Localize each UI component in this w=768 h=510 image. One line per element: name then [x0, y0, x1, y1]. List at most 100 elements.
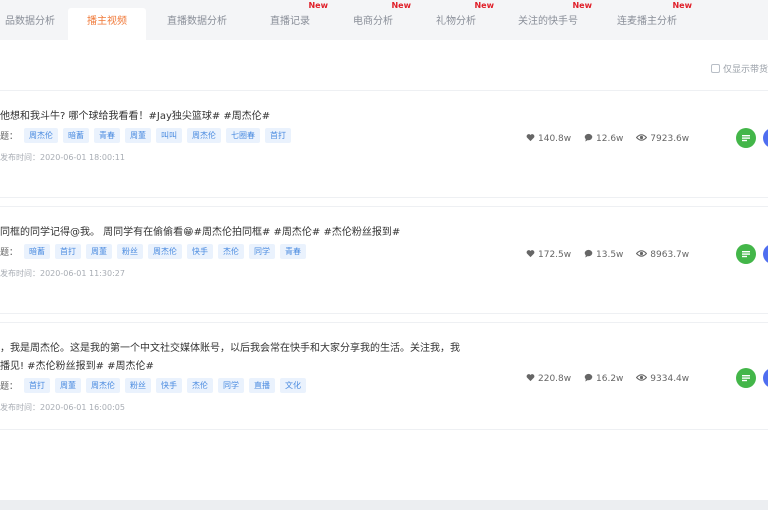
video-title: 他想和我斗牛? 哪个球给我看看！#Jay独尖篮球# #周杰伦#	[0, 111, 271, 122]
comments-stat: 13.5w	[584, 249, 623, 260]
tab-product-data[interactable]: 品数据分析	[0, 8, 60, 40]
topic-tag[interactable]: 首打	[24, 378, 51, 393]
topic-tag[interactable]: 周董	[86, 244, 113, 259]
topic-tag[interactable]: 首打	[55, 244, 82, 259]
likes-stat: 220.8w	[526, 373, 571, 384]
topic-tag[interactable]: 首打	[265, 128, 292, 143]
views-stat: 8963.7w	[636, 249, 689, 260]
topic-tag[interactable]: 同学	[218, 378, 245, 393]
comments-count: 12.6w	[596, 134, 624, 144]
views-count: 7923.6w	[650, 134, 690, 144]
topic-tag[interactable]: 周董	[55, 378, 82, 393]
tab-label: 电商分析	[353, 16, 393, 27]
likes-count: 140.8w	[538, 134, 572, 144]
tab-bar: 品数据分析 播主视频 直播数据分析 直播记录 New 电商分析 New 礼物分析…	[0, 0, 768, 40]
toggle-label: 仅显示带货	[722, 65, 768, 75]
tag-list: 题： 暗蓄 首打 周董 粉丝 周杰伦 快手 杰伦 同学 青春	[0, 244, 311, 259]
tab-followed[interactable]: 关注的快手号 New	[500, 1, 596, 40]
topic-tag[interactable]: 周董	[125, 128, 152, 143]
comment-icon	[584, 133, 593, 142]
tab-videos[interactable]: 播主视频	[68, 8, 146, 40]
eye-icon	[636, 374, 648, 381]
comments-count: 13.5w	[596, 250, 624, 260]
topic-tag[interactable]: 同学	[249, 244, 276, 259]
topic-tag[interactable]: 直播	[249, 378, 276, 393]
views-count: 9334.4w	[650, 374, 690, 384]
new-badge: New	[308, 1, 328, 10]
views-stat: 7923.6w	[636, 133, 689, 144]
topic-tag[interactable]: 杰伦	[187, 378, 214, 393]
video-card[interactable]: 他想和我斗牛? 哪个球给我看看！#Jay独尖篮球# #周杰伦# 题： 周杰伦 暗…	[0, 90, 768, 198]
page-footer-strip	[0, 500, 768, 510]
topic-tag[interactable]: 暗蓄	[24, 244, 51, 259]
topic-tag[interactable]: 粉丝	[117, 244, 144, 259]
eye-icon	[636, 134, 648, 141]
likes-stat: 140.8w	[526, 133, 571, 144]
video-card[interactable]: ，我是周杰伦。这是我的第一个中文社交媒体账号，以后我会常在快手和大家分享我的生活…	[0, 322, 768, 430]
topic-tag[interactable]: 暗蓄	[63, 128, 90, 143]
video-list-panel: 仅显示带货 他想和我斗牛? 哪个球给我看看！#Jay独尖篮球# #周杰伦# 题：…	[0, 40, 768, 500]
heart-icon	[526, 374, 535, 382]
comment-icon	[584, 249, 593, 258]
video-card[interactable]: 同框的同学记得@我。 周同学有在偷偷看😁#周杰伦拍同框# #周杰伦# #杰伦粉丝…	[0, 206, 768, 314]
detail-button[interactable]	[736, 128, 756, 148]
more-button[interactable]	[763, 128, 768, 148]
tab-label: 播主视频	[87, 16, 127, 27]
document-icon	[742, 135, 750, 142]
publish-time: 发布时间：2020-06-01 16:00:05	[0, 403, 125, 412]
more-button[interactable]	[763, 244, 768, 264]
topic-tag[interactable]: 青春	[280, 244, 307, 259]
comments-stat: 12.6w	[584, 133, 623, 144]
tab-label: 品数据分析	[5, 16, 55, 27]
likes-stat: 172.5w	[526, 249, 571, 260]
more-button[interactable]	[763, 368, 768, 388]
tab-label: 关注的快手号	[518, 16, 578, 27]
topic-tag[interactable]: 周杰伦	[187, 128, 222, 143]
detail-button[interactable]	[736, 244, 756, 264]
only-commerce-toggle[interactable]: 仅显示带货	[710, 62, 768, 75]
document-icon	[742, 375, 750, 382]
tag-list: 题： 周杰伦 暗蓄 青春 周董 叫叫 周杰伦 七圈春 首打	[0, 128, 296, 143]
topic-tag[interactable]: 粉丝	[125, 378, 152, 393]
new-badge: New	[391, 1, 411, 10]
topic-tag[interactable]: 文化	[280, 378, 307, 393]
new-badge: New	[672, 1, 692, 10]
new-badge: New	[474, 1, 494, 10]
eye-icon	[636, 250, 648, 257]
tab-label: 直播数据分析	[167, 16, 227, 27]
video-title: 同框的同学记得@我。 周同学有在偷偷看😁#周杰伦拍同框# #周杰伦# #杰伦粉丝…	[0, 227, 401, 238]
tag-label: 题：	[0, 248, 19, 258]
tab-ecommerce[interactable]: 电商分析 New	[331, 1, 415, 40]
document-icon	[742, 251, 750, 258]
tab-live-records[interactable]: 直播记录 New	[248, 1, 332, 40]
publish-time: 发布时间：2020-06-01 11:30:27	[0, 269, 125, 278]
views-count: 8963.7w	[650, 250, 690, 260]
video-title: ，我是周杰伦。这是我的第一个中文社交媒体账号，以后我会常在快手和大家分享我的生活…	[0, 343, 460, 354]
new-badge: New	[572, 1, 592, 10]
topic-tag[interactable]: 七圈春	[226, 128, 261, 143]
topic-tag[interactable]: 青春	[94, 128, 121, 143]
topic-tag[interactable]: 周杰伦	[86, 378, 121, 393]
tab-linked-hosts[interactable]: 连麦播主分析 New	[598, 1, 696, 40]
topic-tag[interactable]: 周杰伦	[148, 244, 183, 259]
topic-tag[interactable]: 叫叫	[156, 128, 183, 143]
topic-tag[interactable]: 快手	[156, 378, 183, 393]
topic-tag[interactable]: 杰伦	[218, 244, 245, 259]
video-title-line-2: 播见! #杰伦粉丝报到# #周杰伦#	[0, 361, 154, 372]
video-stats: 172.5w 13.5w 8963.7w	[526, 249, 699, 260]
comments-count: 16.2w	[596, 374, 624, 384]
tab-live-data[interactable]: 直播数据分析	[155, 8, 239, 40]
comment-icon	[584, 373, 593, 382]
topic-tag[interactable]: 快手	[187, 244, 214, 259]
tab-label: 礼物分析	[436, 16, 476, 27]
detail-button[interactable]	[736, 368, 756, 388]
comments-stat: 16.2w	[584, 373, 623, 384]
topic-tag[interactable]: 周杰伦	[24, 128, 59, 143]
checkbox-icon[interactable]	[710, 64, 720, 73]
tag-label: 题：	[0, 132, 19, 142]
views-stat: 9334.4w	[636, 373, 689, 384]
tab-label: 连麦播主分析	[617, 16, 677, 27]
heart-icon	[526, 134, 535, 142]
tag-list: 题： 首打 周董 周杰伦 粉丝 快手 杰伦 同学 直播 文化	[0, 378, 311, 393]
tab-gifts[interactable]: 礼物分析 New	[414, 1, 498, 40]
